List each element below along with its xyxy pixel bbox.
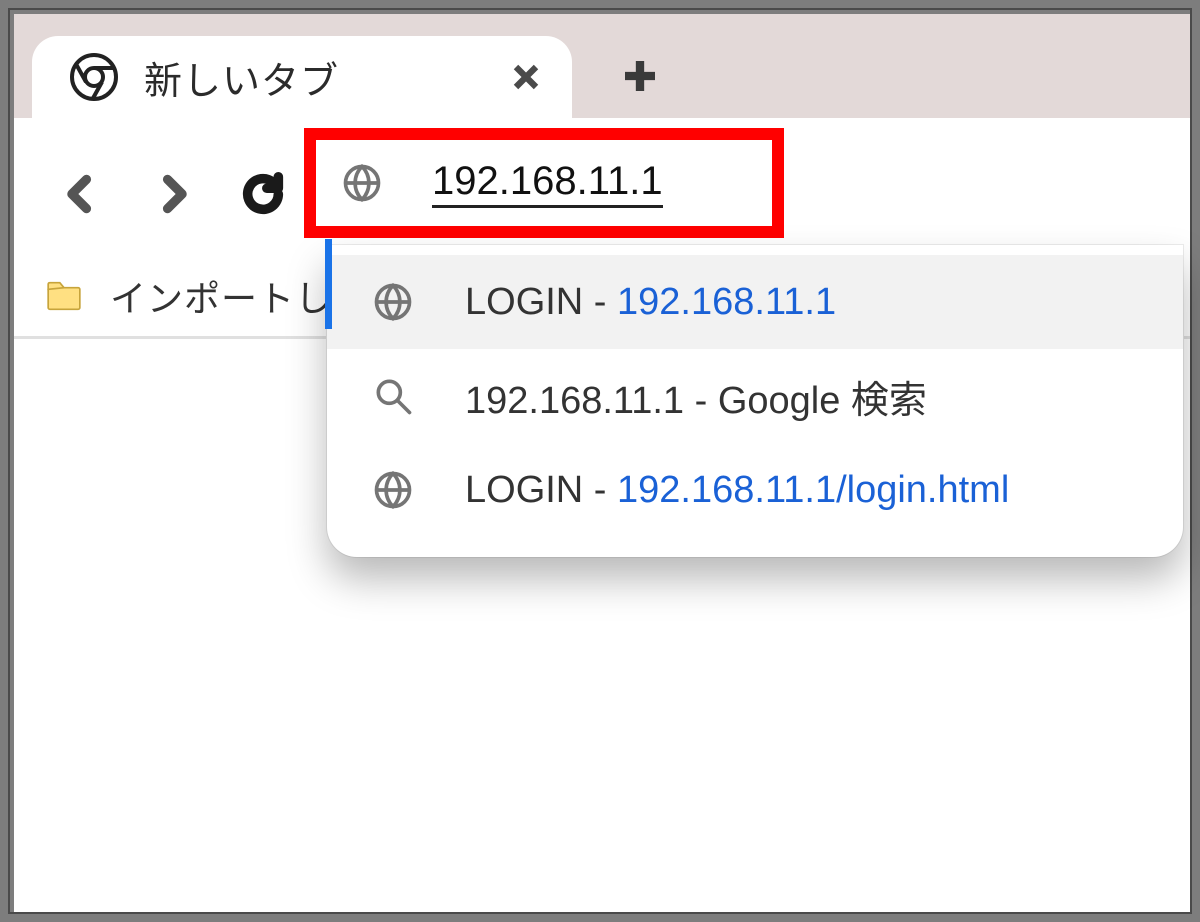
suggestion-item[interactable]: LOGIN - 192.168.11.1 — [327, 255, 1183, 349]
suggestion-text: LOGIN - 192.168.11.1/login.html — [465, 469, 1009, 512]
toolbar: 192.168.11.1 — [14, 142, 1190, 246]
address-bar-input[interactable]: 192.168.11.1 — [432, 159, 663, 208]
omnibox-suggestions: LOGIN - 192.168.11.1 192.168.11.1 - Goog… — [327, 245, 1183, 557]
back-button[interactable] — [54, 167, 108, 221]
suggestion-item[interactable]: 192.168.11.1 - Google 検索 — [327, 349, 1183, 443]
forward-button[interactable] — [146, 167, 200, 221]
tab-strip: 新しいタブ — [14, 14, 1190, 118]
tab-title: 新しいタブ — [144, 50, 339, 105]
bookmarks-folder[interactable]: インポートした — [44, 270, 369, 322]
folder-icon — [44, 276, 84, 316]
new-tab-button[interactable] — [610, 46, 670, 106]
globe-icon — [371, 280, 415, 324]
active-tab[interactable]: 新しいタブ — [32, 36, 572, 118]
reload-button[interactable] — [236, 167, 290, 221]
address-bar-highlight: 192.168.11.1 — [304, 128, 784, 238]
suggestion-item[interactable]: LOGIN - 192.168.11.1/login.html — [327, 443, 1183, 537]
globe-icon — [340, 161, 384, 205]
suggestion-text: 192.168.11.1 - Google 検索 — [465, 369, 927, 424]
chrome-logo-icon — [70, 53, 118, 101]
close-tab-button[interactable] — [506, 57, 546, 97]
globe-icon — [371, 468, 415, 512]
search-icon — [371, 374, 415, 418]
suggestion-text: LOGIN - 192.168.11.1 — [465, 281, 836, 324]
